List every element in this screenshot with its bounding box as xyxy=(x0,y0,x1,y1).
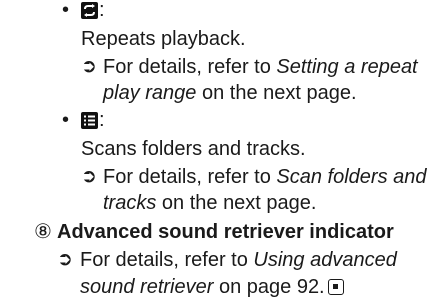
scan-list-icon xyxy=(81,112,98,129)
scan-reference-link-cont[interactable]: tracks xyxy=(103,192,156,214)
reference-arrow-icon: ➲ xyxy=(57,249,73,270)
repeat-reference-line-1: For details, refer to Setting a repeat xyxy=(103,55,418,79)
repeat-reference-link-cont[interactable]: play range xyxy=(103,82,196,104)
item8-reference-line-2: sound retriever on page 92. xyxy=(80,275,344,299)
item8-reference-prefix: For details, refer to xyxy=(80,249,254,271)
repeat-reference-link[interactable]: Setting a repeat xyxy=(276,56,417,78)
bullet-dot: • xyxy=(62,109,70,131)
bullet-dot: • xyxy=(62,0,70,21)
repeat-reference-suffix: on the next page. xyxy=(196,82,357,104)
reference-arrow-icon: ➲ xyxy=(81,166,97,187)
item8-reference-suffix: on page 92. xyxy=(213,276,325,298)
scan-reference-link[interactable]: Scan folders and xyxy=(276,166,426,188)
end-mark-icon xyxy=(327,279,344,295)
scan-reference-suffix: on the next page. xyxy=(156,192,317,214)
repeat-icon xyxy=(81,2,98,19)
scan-reference-line-2: tracks on the next page. xyxy=(103,191,316,215)
section-heading: Advanced sound retriever indicator xyxy=(57,221,394,243)
item8-reference-line-1: For details, refer to Using advanced xyxy=(80,248,397,272)
item-number: ⑧ xyxy=(34,221,52,243)
repeat-description: Repeats playback. xyxy=(81,28,246,50)
repeat-reference-line-2: play range on the next page. xyxy=(103,81,357,105)
scan-description: Scans folders and tracks. xyxy=(81,138,306,160)
reference-arrow-icon: ➲ xyxy=(81,56,97,77)
item8-reference-link-cont[interactable]: sound retriever xyxy=(80,276,213,298)
scan-colon: : xyxy=(99,109,105,131)
repeat-colon: : xyxy=(99,0,105,21)
item8-reference-link[interactable]: Using advanced xyxy=(253,249,396,271)
scan-reference-prefix: For details, refer to xyxy=(103,166,277,188)
scan-reference-line-1: For details, refer to Scan folders and xyxy=(103,165,427,189)
repeat-reference-prefix: For details, refer to xyxy=(103,56,277,78)
